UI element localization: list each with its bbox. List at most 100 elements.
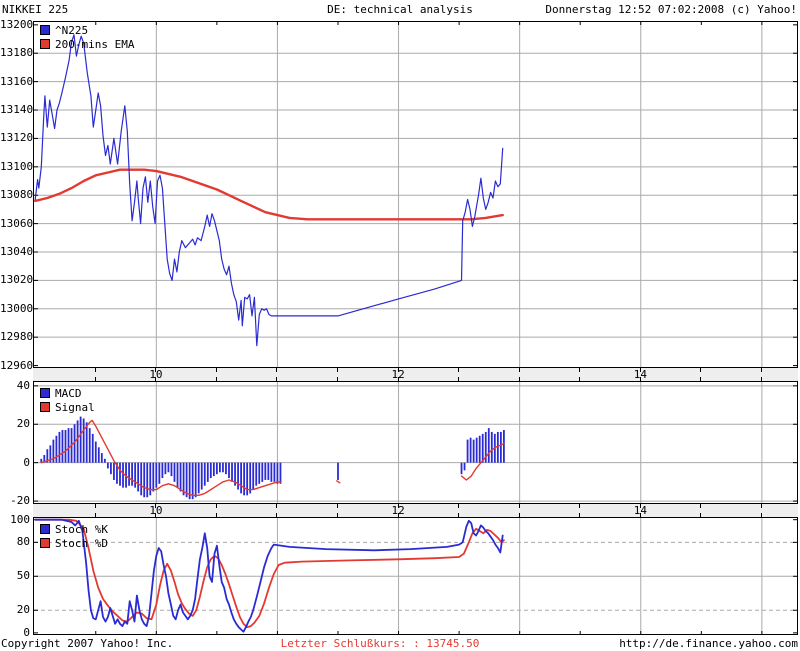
x-tick (155, 368, 156, 372)
y-axis-label: 12960 (0, 359, 30, 372)
series-200-mins EMA (35, 170, 503, 220)
y-axis-label: 80 (0, 535, 30, 548)
y-axis-label: 12980 (0, 330, 30, 343)
red-square-icon (40, 402, 50, 412)
x-tick (95, 504, 96, 508)
x-tick (398, 368, 399, 372)
macd-panel (33, 382, 798, 503)
x-tick (700, 368, 701, 372)
red-square-icon (40, 39, 50, 49)
y-axis-label: 13040 (0, 245, 30, 258)
blue-square-icon (40, 524, 50, 534)
x-tick (761, 504, 762, 508)
x-tick (458, 377, 459, 381)
x-axis-strip-bottom: 101214 (33, 503, 798, 518)
x-tick (579, 368, 580, 372)
x-tick (700, 504, 701, 508)
y-axis-label: 13020 (0, 273, 30, 286)
x-tick (155, 377, 156, 381)
legend-label: MACD (55, 387, 82, 400)
legend-item: Signal (40, 401, 95, 415)
x-tick (458, 513, 459, 517)
y-axis-label: 0 (0, 626, 30, 639)
y-axis-label: 40 (0, 379, 30, 392)
x-tick (276, 504, 277, 508)
x-tick (458, 368, 459, 372)
macd-legend: MACD Signal (40, 387, 95, 415)
series-Signal (337, 481, 340, 483)
x-tick (216, 513, 217, 517)
y-axis-label: 13180 (0, 46, 30, 59)
stochastic-panel (33, 518, 798, 635)
y-axis-label: 13060 (0, 217, 30, 230)
macd-plot (34, 382, 797, 503)
y-axis-label: 13080 (0, 188, 30, 201)
x-tick (519, 368, 520, 372)
legend-item: 200-mins EMA (40, 38, 134, 52)
y-axis-label: 13100 (0, 160, 30, 173)
x-tick (95, 513, 96, 517)
x-tick (95, 377, 96, 381)
y-axis-label: 13160 (0, 75, 30, 88)
y-axis-label: -20 (0, 494, 30, 507)
source-url-text: http://de.finance.yahoo.com (619, 637, 798, 651)
x-tick (398, 513, 399, 517)
legend-item: Stoch %D (40, 537, 108, 551)
y-axis-label: 50 (0, 569, 30, 582)
red-square-icon (40, 538, 50, 548)
x-tick (398, 377, 399, 381)
x-tick (700, 377, 701, 381)
x-tick (640, 368, 641, 372)
x-tick (761, 377, 762, 381)
blue-square-icon (40, 388, 50, 398)
stochastic-plot (34, 518, 797, 634)
blue-square-icon (40, 25, 50, 35)
y-axis-label: 100 (0, 513, 30, 526)
x-tick (579, 513, 580, 517)
x-tick (95, 368, 96, 372)
y-axis-label: 13200 (0, 18, 30, 31)
x-tick (155, 504, 156, 508)
x-tick (640, 504, 641, 508)
legend-label: Stoch %D (55, 537, 108, 550)
x-tick (337, 377, 338, 381)
legend-item: Stoch %K (40, 523, 108, 537)
x-tick (640, 513, 641, 517)
price-legend: ^N225 200-mins EMA (40, 24, 134, 52)
x-tick (519, 504, 520, 508)
y-axis-label: 13000 (0, 302, 30, 315)
x-tick (216, 377, 217, 381)
y-axis-label: 20 (0, 417, 30, 430)
price-panel (33, 21, 798, 367)
x-tick (216, 504, 217, 508)
legend-label: Signal (55, 401, 95, 414)
y-axis-label: 20 (0, 603, 30, 616)
y-axis-label: 13120 (0, 131, 30, 144)
x-tick (579, 377, 580, 381)
x-tick (761, 513, 762, 517)
y-axis-label: 13140 (0, 103, 30, 116)
legend-item: ^N225 (40, 24, 134, 38)
x-tick (398, 504, 399, 508)
x-tick (458, 504, 459, 508)
technical-analysis-chart: NIKKEI 225 DE: technical analysis Donner… (0, 0, 800, 651)
x-tick (579, 504, 580, 508)
stoch-legend: Stoch %K Stoch %D (40, 523, 108, 551)
x-axis-strip-top: 101214 (33, 367, 798, 382)
x-tick (276, 377, 277, 381)
x-tick (519, 513, 520, 517)
x-tick (337, 504, 338, 508)
y-axis-label: 0 (0, 456, 30, 469)
x-tick (761, 368, 762, 372)
legend-label: ^N225 (55, 24, 88, 37)
x-tick (640, 377, 641, 381)
x-tick (216, 368, 217, 372)
legend-label: Stoch %K (55, 523, 108, 536)
price-plot (34, 22, 797, 367)
macd-bars (41, 417, 504, 500)
x-tick (337, 368, 338, 372)
x-tick (155, 513, 156, 517)
x-tick (519, 377, 520, 381)
x-tick (276, 513, 277, 517)
chart-timestamp: Donnerstag 12:52 07:02:2008 (c) Yahoo! (545, 3, 797, 17)
